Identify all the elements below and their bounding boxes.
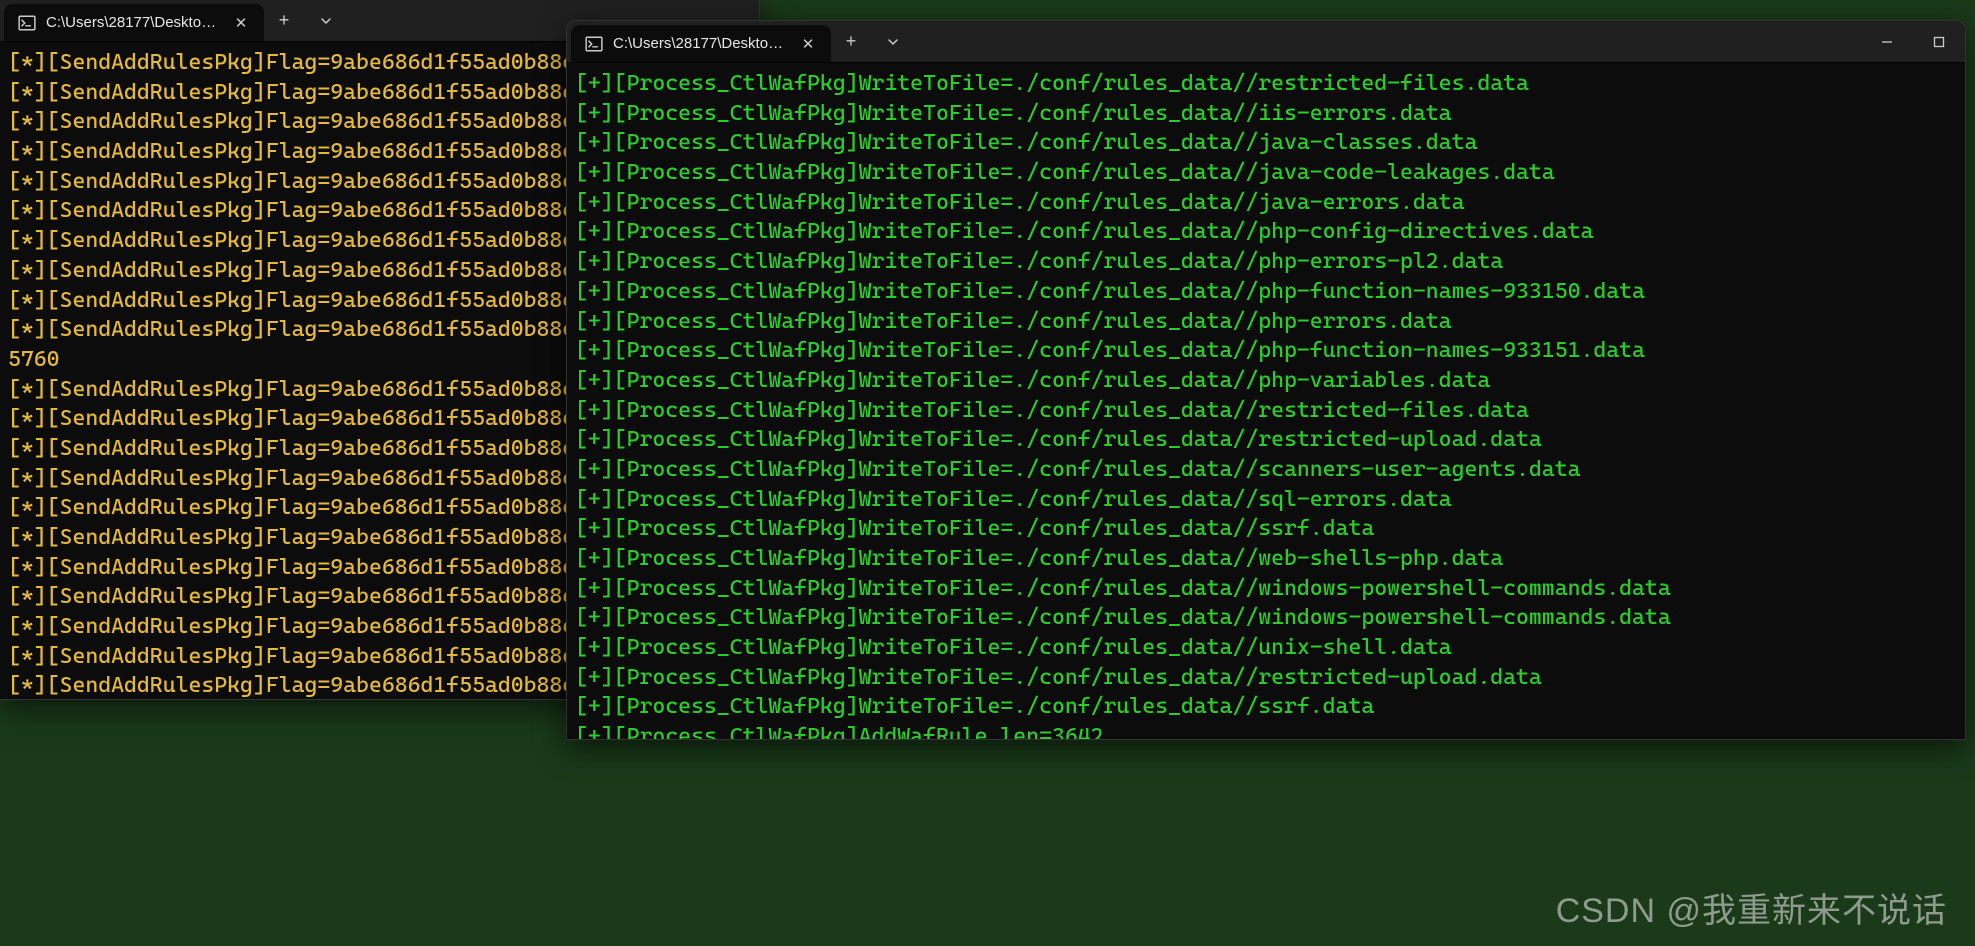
terminal-line: [+][Process_CtlWafPkg]WriteToFile=./conf… — [575, 425, 1957, 455]
terminal-line: [+][Process_CtlWafPkg]WriteToFile=./conf… — [575, 544, 1957, 574]
titlebar[interactable]: C:\Users\28177\Desktop\xiany ✕ + — [567, 21, 1965, 63]
terminal-icon — [585, 35, 603, 53]
close-icon[interactable]: ✕ — [232, 14, 250, 32]
terminal-line: [+][Process_CtlWafPkg]AddWafRule len=364… — [575, 722, 1957, 739]
terminal-icon — [18, 14, 36, 32]
terminal-line: [+][Process_CtlWafPkg]WriteToFile=./conf… — [575, 574, 1957, 604]
terminal-line: [+][Process_CtlWafPkg]WriteToFile=./conf… — [575, 603, 1957, 633]
terminal-line: [+][Process_CtlWafPkg]WriteToFile=./conf… — [575, 217, 1957, 247]
terminal-line: [+][Process_CtlWafPkg]WriteToFile=./conf… — [575, 277, 1957, 307]
new-tab-button[interactable]: + — [831, 21, 871, 62]
terminal-line: [+][Process_CtlWafPkg]WriteToFile=./conf… — [575, 188, 1957, 218]
terminal-line: [+][Process_CtlWafPkg]WriteToFile=./conf… — [575, 366, 1957, 396]
terminal-output[interactable]: [+][Process_CtlWafPkg]WriteToFile=./conf… — [567, 63, 1965, 739]
terminal-line: [+][Process_CtlWafPkg]WriteToFile=./conf… — [575, 485, 1957, 515]
watermark: CSDN @我重新来不说话 — [1556, 883, 1947, 932]
tab-title: C:\Users\28177\Desktop\xiany — [613, 35, 789, 52]
terminal-line: [+][Process_CtlWafPkg]WriteToFile=./conf… — [575, 247, 1957, 277]
maximize-button[interactable] — [1913, 21, 1965, 62]
terminal-line: [+][Process_CtlWafPkg]WriteToFile=./conf… — [575, 514, 1957, 544]
tab-active[interactable]: C:\Users\28177\Desktop\xiany ✕ — [4, 4, 264, 41]
tab-title: C:\Users\28177\Desktop\xiany — [46, 14, 222, 31]
tab-active[interactable]: C:\Users\28177\Desktop\xiany ✕ — [571, 25, 831, 62]
tab-dropdown-button[interactable] — [304, 0, 348, 41]
terminal-line: [+][Process_CtlWafPkg]WriteToFile=./conf… — [575, 336, 1957, 366]
minimize-button[interactable] — [1861, 21, 1913, 62]
terminal-line: [+][Process_CtlWafPkg]WriteToFile=./conf… — [575, 663, 1957, 693]
terminal-line: [+][Process_CtlWafPkg]WriteToFile=./conf… — [575, 69, 1957, 99]
close-icon[interactable]: ✕ — [799, 35, 817, 53]
tab-dropdown-button[interactable] — [871, 21, 915, 62]
terminal-line: [+][Process_CtlWafPkg]WriteToFile=./conf… — [575, 633, 1957, 663]
terminal-line: [+][Process_CtlWafPkg]WriteToFile=./conf… — [575, 692, 1957, 722]
terminal-line: [+][Process_CtlWafPkg]WriteToFile=./conf… — [575, 99, 1957, 129]
new-tab-button[interactable]: + — [264, 0, 304, 41]
terminal-line: [+][Process_CtlWafPkg]WriteToFile=./conf… — [575, 455, 1957, 485]
terminal-line: [+][Process_CtlWafPkg]WriteToFile=./conf… — [575, 396, 1957, 426]
window-controls — [1861, 21, 1965, 62]
terminal-line: [+][Process_CtlWafPkg]WriteToFile=./conf… — [575, 307, 1957, 337]
terminal-window-right[interactable]: C:\Users\28177\Desktop\xiany ✕ + [+][Pro… — [566, 20, 1966, 740]
terminal-line: [+][Process_CtlWafPkg]WriteToFile=./conf… — [575, 158, 1957, 188]
terminal-line: [+][Process_CtlWafPkg]WriteToFile=./conf… — [575, 128, 1957, 158]
